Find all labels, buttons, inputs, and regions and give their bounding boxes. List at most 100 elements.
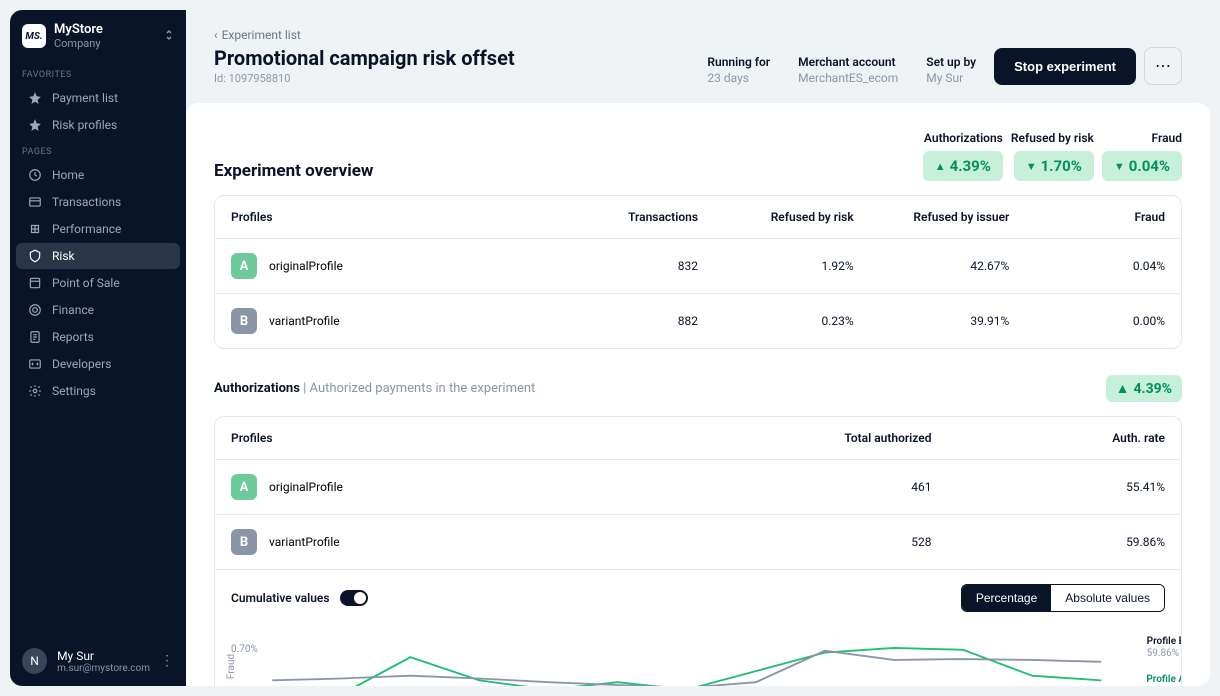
sidebar-item-settings[interactable]: Settings xyxy=(16,378,180,404)
sidebar-item-risk[interactable]: Risk xyxy=(16,243,180,269)
meta-merchant-account: Merchant accountMerchantES_ecom xyxy=(798,55,898,85)
nav-label: Performance xyxy=(52,222,121,236)
star-icon xyxy=(28,91,42,105)
stat-fraud: Fraud▼0.04% xyxy=(1102,131,1182,181)
cumulative-toggle[interactable] xyxy=(340,590,368,606)
overview-title: Experiment overview xyxy=(214,161,923,181)
cumulative-toggle-label: Cumulative values xyxy=(231,591,330,605)
chart-series-line xyxy=(272,651,1101,686)
col-fraud: Fraud xyxy=(1009,210,1165,224)
nav-label: Reports xyxy=(52,330,94,344)
selector-icon xyxy=(164,28,174,45)
col-auth-rate: Auth. rate xyxy=(932,431,1166,445)
meta-running-for: Running for23 days xyxy=(707,55,770,85)
user-email: m.sur@mystore.com xyxy=(57,663,150,674)
cell: 55.41% xyxy=(932,480,1166,494)
percentage-button[interactable]: Percentage xyxy=(962,585,1051,611)
logo: MS. xyxy=(22,24,46,48)
series-a-label: Profile A 55.41% xyxy=(1146,674,1182,686)
dots-horizontal-icon: ⋯ xyxy=(1155,56,1171,76)
cell: 882 xyxy=(542,314,698,328)
breadcrumb-label: Experiment list xyxy=(222,28,301,42)
finance-icon xyxy=(28,303,42,317)
cell: 59.86% xyxy=(932,535,1166,549)
chevron-left-icon: ‹ xyxy=(214,28,218,42)
chart-y-label: Fraud xyxy=(226,654,237,679)
nav-label: Settings xyxy=(52,384,96,398)
nav-label: Risk xyxy=(52,249,75,263)
cell: 39.91% xyxy=(854,314,1010,328)
nav-label: Risk profiles xyxy=(52,118,117,132)
breadcrumb[interactable]: ‹ Experiment list xyxy=(214,28,707,42)
nav-label: Point of Sale xyxy=(52,276,120,290)
col-profiles: Profiles xyxy=(231,431,698,445)
profile-badge: B xyxy=(231,308,257,334)
sidebar-item-point-of-sale[interactable]: Point of Sale xyxy=(16,270,180,296)
value-mode-segment: Percentage Absolute values xyxy=(961,584,1165,612)
cell: 0.00% xyxy=(1009,314,1165,328)
profiles-table: Profiles Transactions Refused by risk Re… xyxy=(214,195,1182,349)
arrow-up-icon: ▲ xyxy=(935,160,946,173)
profile-name: variantProfile xyxy=(269,535,340,549)
col-refused-risk: Refused by risk xyxy=(698,210,854,224)
table-row[interactable]: BvariantProfile 52859.86% xyxy=(215,515,1181,569)
authorizations-change-pill: ▲ 4.39% xyxy=(1106,375,1182,402)
cell: 461 xyxy=(698,480,932,494)
stop-experiment-button[interactable]: Stop experiment xyxy=(994,48,1136,85)
cell: 832 xyxy=(542,259,698,273)
profile-badge: A xyxy=(231,474,257,500)
absolute-button[interactable]: Absolute values xyxy=(1051,585,1164,611)
risk-icon xyxy=(28,249,42,263)
sidebar-item-developers[interactable]: Developers xyxy=(16,351,180,377)
authorizations-table: Profiles Total authorized Auth. rate Aor… xyxy=(214,416,1182,686)
chart-series-line xyxy=(272,648,1101,686)
profile-badge: B xyxy=(231,529,257,555)
nav-label: Transactions xyxy=(52,195,121,209)
cell: 42.67% xyxy=(854,259,1010,273)
profile-name: originalProfile xyxy=(269,480,343,494)
cell: 0.23% xyxy=(698,314,854,328)
col-total-authorized: Total authorized xyxy=(698,431,932,445)
favorites-header: FAVORITES xyxy=(10,62,186,84)
authorizations-chart: Fraud 0.70% 0.35% Profile B 59.86% Profi… xyxy=(215,626,1181,686)
pages-header: PAGES xyxy=(10,139,186,161)
user-name: My Sur xyxy=(57,649,150,663)
nav-label: Developers xyxy=(52,357,111,371)
meta-set-up-by: Set up byMy Sur xyxy=(926,55,976,85)
pos-icon xyxy=(28,276,42,290)
table-row[interactable]: AoriginalProfile8321.92%42.67%0.04% xyxy=(215,239,1181,294)
arrow-down-icon: ▼ xyxy=(1026,160,1037,173)
table-row[interactable]: BvariantProfile 8820.23%39.91%0.00% xyxy=(215,294,1181,348)
store-selector[interactable]: MS. MyStore Company xyxy=(10,10,186,62)
arrow-down-icon: ▼ xyxy=(1114,160,1125,173)
stat-authorizations: Authorizations▲4.39% xyxy=(923,131,1003,181)
sidebar-item-finance[interactable]: Finance xyxy=(16,297,180,323)
profile-name: variantProfile xyxy=(269,314,340,328)
stat-refused-by-risk: Refused by risk▼1.70% xyxy=(1011,131,1094,181)
sidebar-item-transactions[interactable]: Transactions xyxy=(16,189,180,215)
sidebar-fav-risk-profiles[interactable]: Risk profiles xyxy=(16,112,180,138)
user-menu-icon[interactable]: ⋮ xyxy=(160,653,174,669)
sidebar-item-performance[interactable]: Performance xyxy=(16,216,180,242)
reports-icon xyxy=(28,330,42,344)
cell: 1.92% xyxy=(698,259,854,273)
cell: 528 xyxy=(698,535,932,549)
home-icon xyxy=(28,168,42,182)
nav-label: Payment list xyxy=(52,91,118,105)
cell: 0.04% xyxy=(1009,259,1165,273)
nav-label: Home xyxy=(52,168,84,182)
performance-icon xyxy=(28,222,42,236)
settings-icon xyxy=(28,384,42,398)
sidebar-fav-payment-list[interactable]: Payment list xyxy=(16,85,180,111)
sidebar-item-reports[interactable]: Reports xyxy=(16,324,180,350)
transactions-icon xyxy=(28,195,42,209)
more-actions-button[interactable]: ⋯ xyxy=(1144,47,1182,85)
sidebar-item-home[interactable]: Home xyxy=(16,162,180,188)
col-profiles: Profiles xyxy=(231,210,542,224)
developers-icon xyxy=(28,357,42,371)
table-row[interactable]: AoriginalProfile 46155.41% xyxy=(215,460,1181,515)
avatar[interactable]: N xyxy=(22,648,47,674)
brand-title: MyStore xyxy=(54,22,156,37)
series-b-label: Profile B 59.86% xyxy=(1147,636,1182,660)
profile-badge: A xyxy=(231,253,257,279)
